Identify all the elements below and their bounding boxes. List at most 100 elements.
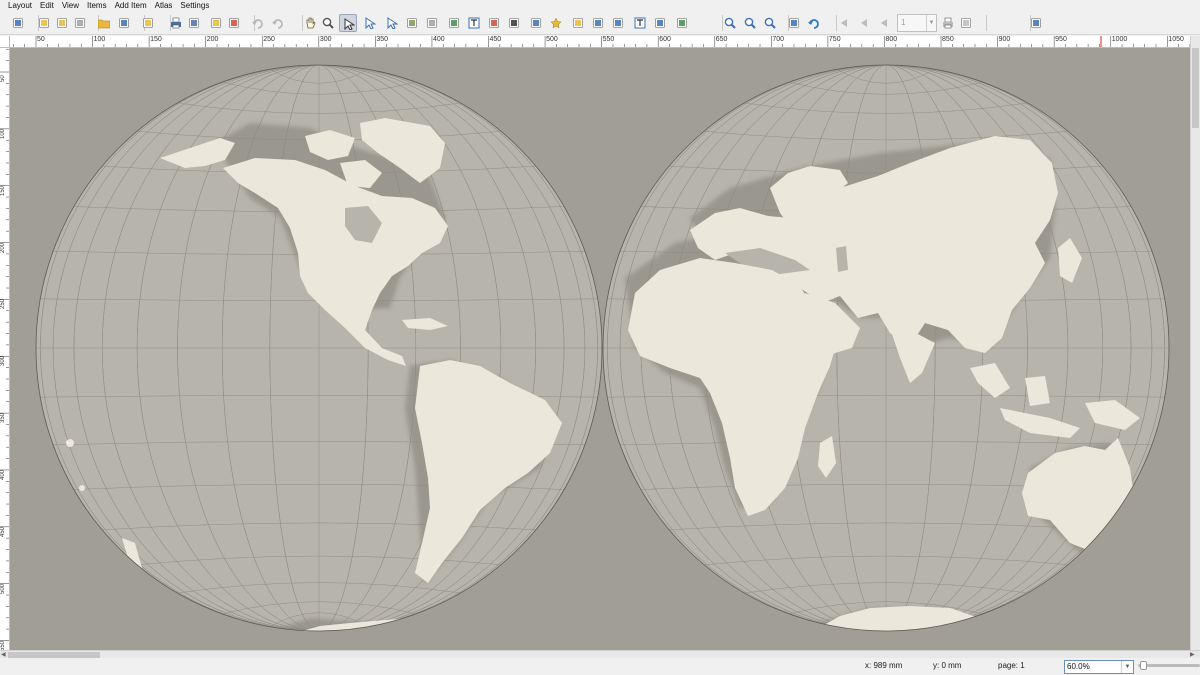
menu-items[interactable]: Items — [83, 0, 111, 11]
scroll-thumb[interactable] — [1192, 48, 1199, 128]
ruler-label: 550 — [602, 36, 615, 43]
atlas-print-icon — [942, 17, 954, 29]
toolbar-separator — [986, 15, 987, 31]
ruler-label: 400 — [432, 36, 445, 43]
pan-button[interactable] — [301, 14, 319, 32]
add-polyline-icon — [612, 17, 624, 29]
add-label-icon — [468, 17, 480, 29]
ruler-label: 1000 — [1111, 36, 1128, 43]
vertical-ruler[interactable]: 50 100 150 200 250 300 350 400 450 500 550 — [0, 48, 10, 650]
vertical-scrollbar[interactable] — [1190, 36, 1200, 650]
chevron-down-icon[interactable]: ▼ — [1121, 661, 1133, 673]
horizontal-ruler[interactable]: 50 100 150 200 250 300 350 400 450 500 550 600 650 70… — [10, 36, 1190, 48]
ruler-label: 50 — [0, 75, 6, 82]
add-fixed-table-button[interactable] — [673, 14, 691, 32]
ruler-label: 550 — [0, 640, 6, 650]
select-button[interactable] — [339, 14, 357, 32]
add-html-button[interactable] — [631, 14, 649, 32]
cursor-x: x: 989 mm — [865, 661, 903, 670]
export-image-icon — [188, 17, 200, 29]
save-template-button[interactable] — [115, 14, 133, 32]
status-bar: x: 989 mm y: 0 mm page: 1 — [0, 658, 1200, 675]
map-item[interactable] — [10, 48, 1190, 650]
zoom-value: 60.0% — [1067, 662, 1090, 671]
add-legend-button[interactable] — [485, 14, 503, 32]
add-picture-button[interactable] — [445, 14, 463, 32]
zoom-out-button[interactable] — [741, 14, 759, 32]
add-node-button[interactable] — [589, 14, 607, 32]
menu-atlas[interactable]: Atlas — [151, 0, 177, 11]
add-3d-map-button[interactable] — [423, 14, 441, 32]
horizontal-scrollbar[interactable]: ◀ ▶ — [0, 650, 1200, 658]
layout-manager-button[interactable] — [71, 14, 89, 32]
ruler-label: 300 — [0, 356, 6, 367]
print-button[interactable] — [167, 14, 185, 32]
menu-layout[interactable]: Layout — [4, 0, 36, 11]
move-content-button[interactable] — [361, 14, 379, 32]
ruler-label: 450 — [0, 526, 6, 537]
zoom-actual-icon — [764, 17, 776, 29]
zoom-slider-handle[interactable] — [1140, 661, 1147, 670]
menu-settings[interactable]: Settings — [176, 0, 213, 11]
ruler-label: 100 — [0, 128, 6, 139]
layout-manager-icon — [74, 17, 86, 29]
atlas-preview-button[interactable] — [835, 14, 853, 32]
atlas-export-button[interactable] — [957, 14, 975, 32]
pacific-island — [66, 439, 74, 447]
redo-button[interactable] — [269, 14, 287, 32]
add-scalebar-button[interactable] — [505, 14, 523, 32]
page-indicator: page: 1 — [998, 661, 1025, 670]
menu-edit[interactable]: Edit — [36, 0, 58, 11]
add-fixed-table-icon — [676, 17, 688, 29]
export-svg-button[interactable] — [207, 14, 225, 32]
add-node-icon — [592, 17, 604, 29]
duplicate-layout-button[interactable] — [53, 14, 71, 32]
chevron-down-icon[interactable]: ▼ — [926, 15, 936, 31]
open-folder-button[interactable] — [95, 14, 113, 32]
layout-canvas[interactable] — [10, 48, 1190, 650]
save-button[interactable] — [9, 14, 27, 32]
atlas-prev-button[interactable] — [875, 14, 893, 32]
add-polyline-button[interactable] — [609, 14, 627, 32]
export-pdf-button[interactable] — [225, 14, 243, 32]
add-picture-icon — [448, 17, 460, 29]
atlas-settings-button[interactable] — [1027, 14, 1045, 32]
menu-bar: Layout Edit View Items Add Item Atlas Settings — [0, 0, 1200, 11]
zoom-combobox[interactable]: 60.0% ▼ — [1064, 660, 1134, 674]
menu-add-item[interactable]: Add Item — [111, 0, 151, 11]
add-label-button[interactable] — [465, 14, 483, 32]
atlas-print-button[interactable] — [939, 14, 957, 32]
export-image-button[interactable] — [185, 14, 203, 32]
add-map-icon — [406, 17, 418, 29]
add-shape-icon — [530, 17, 542, 29]
ruler-label: 250 — [0, 299, 6, 310]
zoom-tool-icon — [322, 17, 334, 29]
zoom-slider[interactable] — [1138, 661, 1200, 670]
undo-button[interactable] — [249, 14, 267, 32]
edit-nodes-button[interactable] — [383, 14, 401, 32]
select-icon — [343, 18, 356, 31]
zoom-in-button[interactable] — [721, 14, 739, 32]
page-setup-button[interactable] — [139, 14, 157, 32]
add-arrow-button[interactable] — [569, 14, 587, 32]
ruler-corner — [0, 36, 10, 48]
add-shape-button[interactable] — [527, 14, 545, 32]
redo-icon — [272, 17, 284, 29]
zoom-tool-button[interactable] — [319, 14, 337, 32]
ruler-label: 50 — [37, 36, 45, 43]
add-marker-button[interactable] — [547, 14, 565, 32]
horizontal-ruler-ticks — [13, 36, 1190, 47]
add-attribute-table-button[interactable] — [651, 14, 669, 32]
add-marker-icon — [550, 17, 562, 29]
atlas-page-spinbox[interactable]: 1 ▼ — [897, 14, 937, 32]
new-layout-button[interactable] — [35, 14, 53, 32]
ruler-label: 200 — [206, 36, 219, 43]
menu-view[interactable]: View — [58, 0, 83, 11]
zoom-full-button[interactable] — [785, 14, 803, 32]
zoom-actual-button[interactable] — [761, 14, 779, 32]
add-map-button[interactable] — [403, 14, 421, 32]
zoom-full-icon — [788, 17, 800, 29]
undo-icon — [252, 17, 264, 29]
refresh-button[interactable] — [805, 14, 823, 32]
atlas-first-button[interactable] — [855, 14, 873, 32]
